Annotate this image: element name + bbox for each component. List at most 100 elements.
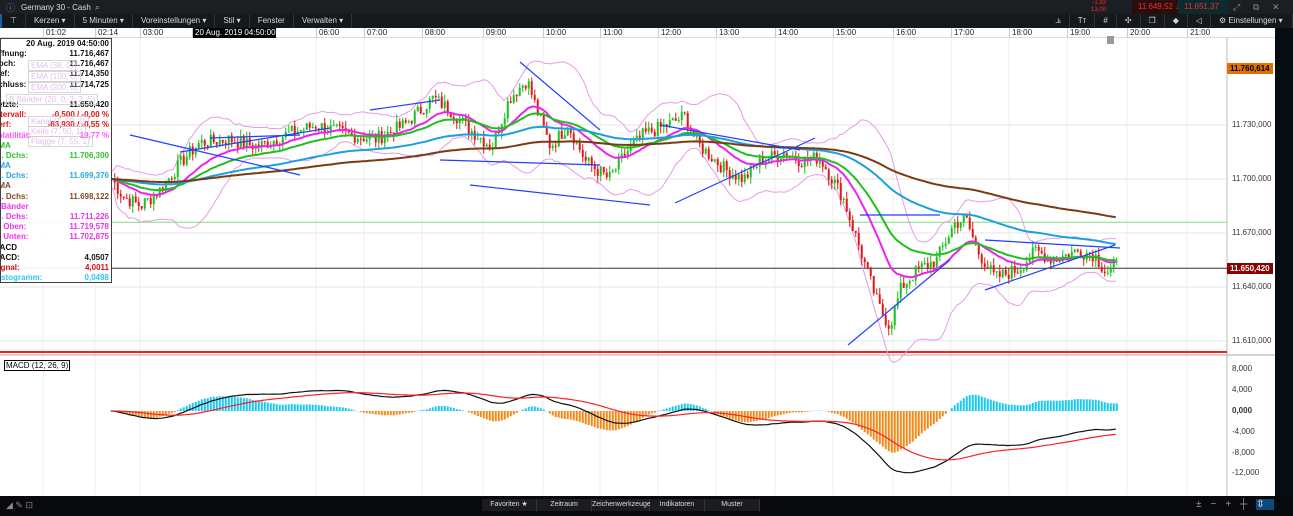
candle xyxy=(236,143,239,148)
info-row: B. Oben: 11.719,578 xyxy=(1,222,111,232)
info-label: B. Oben: xyxy=(1,222,27,232)
macd-histogram-bar xyxy=(212,396,215,411)
candle xyxy=(914,266,917,281)
macd-histogram-bar xyxy=(173,411,176,413)
macd-histogram-bar xyxy=(146,411,149,418)
candle xyxy=(338,124,341,127)
macd-histogram-bar xyxy=(329,406,332,411)
macd-histogram-bar xyxy=(704,408,707,411)
candle xyxy=(557,130,560,147)
candle xyxy=(434,95,437,98)
tab-indicators[interactable]: Indikatoren xyxy=(650,499,705,511)
legend-item[interactable]: B Bänder (20, 0, 2, 2, S) xyxy=(6,94,99,105)
macd-histogram-bar xyxy=(446,406,449,411)
macd-title[interactable]: MACD (12, 26, 9) xyxy=(4,360,71,371)
candle xyxy=(407,121,410,123)
macd-histogram-bar xyxy=(839,411,842,416)
candle xyxy=(1064,254,1067,257)
macd-histogram-bar xyxy=(1061,400,1064,411)
macd-histogram-bar xyxy=(974,394,977,411)
macd-histogram-bar xyxy=(323,405,326,411)
candle xyxy=(683,112,686,114)
candle xyxy=(932,261,935,267)
last-price-marker: 11.650,420 xyxy=(1227,263,1273,274)
info-label: B Bänder xyxy=(1,201,29,211)
macd-histogram-bar xyxy=(341,407,344,411)
candle xyxy=(419,106,422,114)
candle xyxy=(647,127,650,132)
macd-histogram-bar xyxy=(203,398,206,411)
macd-histogram-bar xyxy=(965,396,968,411)
candle xyxy=(614,169,617,171)
candle xyxy=(218,139,221,145)
candle xyxy=(245,138,248,147)
legend-item[interactable]: EMA (38, 0) xyxy=(28,60,77,71)
draw-icon[interactable]: ◢ ✎ ⊡ xyxy=(6,500,33,511)
candle xyxy=(890,325,893,329)
macd-histogram-bar xyxy=(386,411,389,416)
candle xyxy=(881,303,884,315)
macd-histogram-bar xyxy=(497,411,500,422)
info-label: EMA xyxy=(1,161,11,171)
macd-histogram-bar xyxy=(830,411,833,413)
candle xyxy=(134,196,137,203)
chart-canvas[interactable] xyxy=(0,0,1275,496)
legend-item[interactable]: EMA (200, 0) xyxy=(28,82,81,93)
macd-tick: -4,000 xyxy=(1232,426,1255,436)
macd-histogram-bar xyxy=(953,405,956,411)
macd-histogram-bar xyxy=(413,411,416,412)
macd-histogram-bar xyxy=(1022,405,1025,411)
legend-item[interactable]: Flagge (7, 55, 1) xyxy=(28,136,93,147)
macd-histogram-bar xyxy=(374,411,377,415)
macd-histogram-bar xyxy=(272,403,275,411)
macd-histogram-bar xyxy=(167,411,170,415)
candle xyxy=(1109,267,1112,273)
candle xyxy=(593,165,596,170)
candle xyxy=(341,126,344,128)
candle xyxy=(824,166,827,170)
bollinger-mid xyxy=(110,105,1116,279)
cursor-time-label: 20 Aug. 2019 04:50:00 xyxy=(192,28,276,38)
candle xyxy=(446,101,449,114)
macd-histogram-bar xyxy=(647,411,650,415)
candle xyxy=(1103,271,1106,274)
macd-histogram-bar xyxy=(1040,400,1043,411)
macd-histogram-bar xyxy=(170,411,173,414)
candle xyxy=(872,275,875,294)
macd-histogram-bar xyxy=(872,411,875,440)
macd-histogram-bar xyxy=(932,411,935,425)
macd-histogram-bar xyxy=(431,407,434,411)
macd-histogram-bar xyxy=(653,411,656,413)
zoom-controls[interactable]: ±−+┼⇳ xyxy=(1196,499,1274,510)
candle xyxy=(848,211,851,221)
candle xyxy=(1040,250,1043,254)
macd-histogram-bar xyxy=(623,411,626,428)
candle xyxy=(143,198,146,209)
macd-histogram-bar xyxy=(452,408,455,411)
info-row: MACD: 4,0507 xyxy=(1,253,111,263)
tab-favorites[interactable]: Favoriten ★ xyxy=(482,499,537,511)
tab-period[interactable]: Zeitraum xyxy=(537,499,592,511)
candle xyxy=(584,156,587,161)
candle xyxy=(839,183,842,200)
macd-histogram-bar xyxy=(1088,399,1091,411)
info-value: 11.719,578 xyxy=(69,222,109,232)
candle xyxy=(1073,249,1076,252)
legend-item[interactable]: EMA (100, 0) xyxy=(28,71,81,82)
macd-histogram-bar xyxy=(779,411,782,415)
price-tick: 11.670,000 xyxy=(1232,228,1272,237)
macd-histogram-bar xyxy=(560,411,563,419)
info-row: EMA xyxy=(1,181,111,191)
candle xyxy=(206,145,209,147)
macd-histogram-bar xyxy=(1055,400,1058,411)
candle xyxy=(857,232,860,246)
fit-icon[interactable]: ⇳ xyxy=(1256,499,1274,510)
macd-histogram-bar xyxy=(578,411,581,422)
macd-histogram-bar xyxy=(395,411,398,415)
candle xyxy=(617,157,620,170)
tab-drawing-tools[interactable]: Zeichenwerkzeuge xyxy=(592,499,651,511)
candle xyxy=(275,140,278,145)
candle xyxy=(440,96,443,108)
macd-histogram-bar xyxy=(905,411,908,446)
tab-patterns[interactable]: Muster xyxy=(705,499,760,511)
